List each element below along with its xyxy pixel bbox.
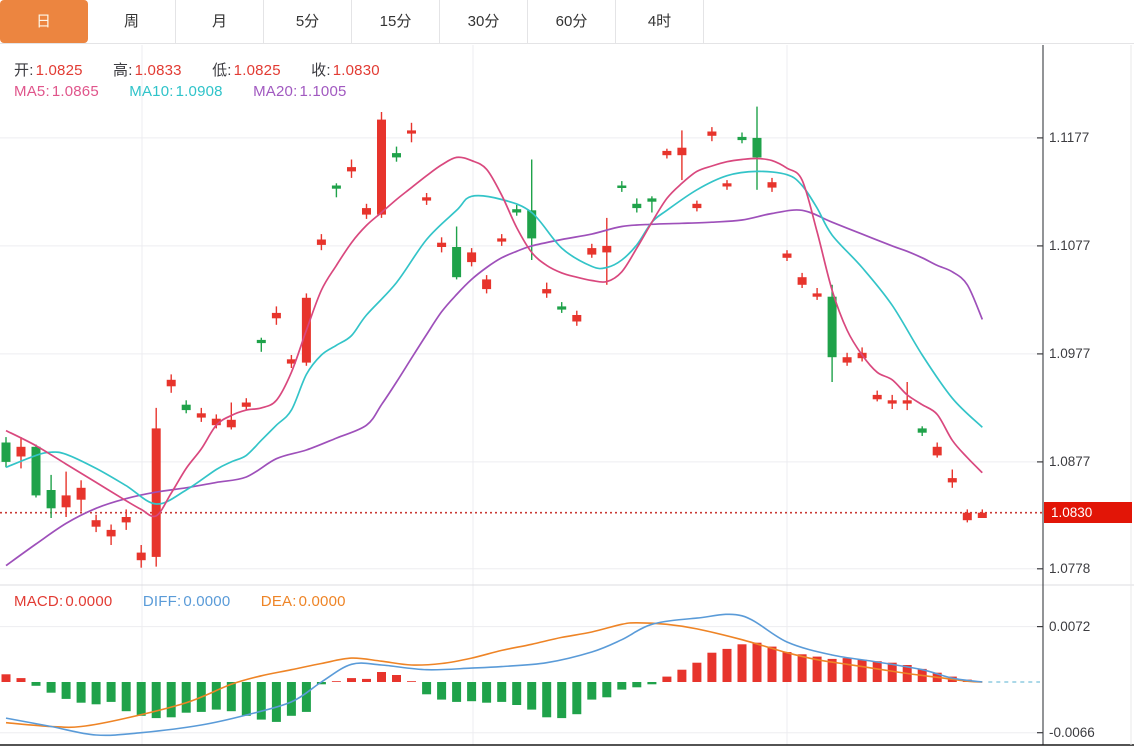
tab-period-2[interactable]: 周	[88, 0, 176, 43]
ma20-value: 1.1005	[299, 83, 346, 100]
dea-label: DEA:	[261, 593, 297, 610]
diff-label: DIFF:	[143, 593, 182, 610]
macd-tick: -0.0066	[1049, 725, 1095, 740]
ma-header: MA5:1.0865 MA10:1.0908 MA20:1.1005	[14, 83, 349, 100]
macd-value: 0.0000	[65, 593, 112, 610]
ma20-label: MA20:	[253, 83, 297, 100]
open-label: 开:	[14, 62, 34, 79]
tab-period-7[interactable]: 60分	[528, 0, 616, 43]
close-label: 收:	[311, 62, 331, 79]
chart-canvas[interactable]	[0, 0, 1134, 754]
ma10-value: 1.0908	[176, 83, 223, 100]
diff-value: 0.0000	[183, 593, 230, 610]
close-value: 1.0830	[333, 62, 380, 79]
open-value: 1.0825	[36, 62, 83, 79]
ma5-label: MA5:	[14, 83, 50, 100]
ohlc-header: 开:1.0825 高:1.0833 低:1.0825 收:1.0830	[14, 59, 382, 80]
macd-header: MACD:0.0000 DIFF:0.0000 DEA:0.0000	[14, 593, 348, 610]
price-tick: 1.0877	[1049, 454, 1090, 469]
ma10-label: MA10:	[129, 83, 173, 100]
price-tick: 1.0778	[1049, 561, 1090, 576]
high-label: 高:	[113, 62, 133, 79]
kline-chart-app: 日周月5分15分30分60分4时 开:1.0825 高:1.0833 低:1.0…	[0, 0, 1134, 754]
tab-period-6[interactable]: 30分	[440, 0, 528, 43]
dea-value: 0.0000	[299, 593, 346, 610]
tab-period-8[interactable]: 4时	[616, 0, 704, 43]
price-tick: 1.0977	[1049, 346, 1090, 361]
tab-period-5[interactable]: 15分	[352, 0, 440, 43]
high-value: 1.0833	[135, 62, 182, 79]
low-label: 低:	[212, 62, 232, 79]
price-tick: 1.1077	[1049, 238, 1090, 253]
price-tick: 1.1177	[1049, 130, 1089, 145]
macd-label: MACD:	[14, 593, 63, 610]
tab-period-3[interactable]: 月	[176, 0, 264, 43]
tab-period-4[interactable]: 5分	[264, 0, 352, 43]
period-tabbar: 日周月5分15分30分60分4时	[0, 0, 1134, 44]
last-price-tag: 1.0830	[1044, 502, 1132, 523]
macd-tick: 0.0072	[1049, 619, 1090, 634]
ma5-value: 1.0865	[52, 83, 99, 100]
low-value: 1.0825	[234, 62, 281, 79]
tab-period-1[interactable]: 日	[0, 0, 88, 43]
